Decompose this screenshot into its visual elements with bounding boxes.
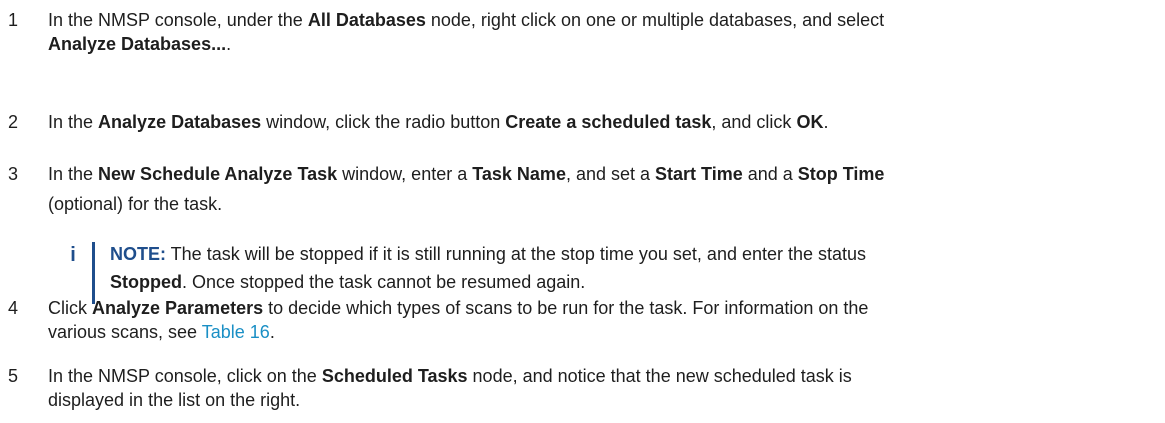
step-line: In the Analyze Databases window, click t… xyxy=(48,110,1158,134)
ui-term: Analyze Databases... xyxy=(48,34,227,54)
ui-term: Start Time xyxy=(655,164,743,184)
step-line: In the NMSP console, click on the Schedu… xyxy=(48,364,1158,388)
text-run: . xyxy=(269,322,275,342)
step-line: Analyze Databases.... xyxy=(48,32,1158,56)
ui-term: Task Name xyxy=(472,164,566,184)
note-text: NOTE: The task will be stopped if it is … xyxy=(110,240,1150,296)
table-16-link[interactable]: Table 16 xyxy=(202,322,270,342)
text-run: various scans, see xyxy=(48,322,202,342)
text-run: . Once stopped the task cannot be resume… xyxy=(182,272,586,292)
text-run: displayed in the list on the right. xyxy=(48,390,301,410)
text-run: Click xyxy=(48,298,92,318)
text-run: , and click xyxy=(711,112,797,132)
text-run: (optional) for the task. xyxy=(48,194,223,214)
step-number: 5 xyxy=(8,366,19,386)
step-text: In the NMSP console, under the All Datab… xyxy=(48,8,1158,56)
note-line: NOTE: The task will be stopped if it is … xyxy=(110,240,1150,268)
step-number: 1 xyxy=(8,10,19,30)
step-line: various scans, see Table 16. xyxy=(48,320,1158,344)
step-text: Click Analyze Parameters to decide which… xyxy=(48,296,1158,344)
ui-term: All Databases xyxy=(307,10,426,30)
info-icon: i xyxy=(70,244,76,266)
step-number: 2 xyxy=(8,112,19,132)
step-line: displayed in the list on the right. xyxy=(48,388,1158,412)
text-run: The task will be stopped if it is still … xyxy=(166,244,867,264)
text-run: node, and notice that the new scheduled … xyxy=(467,366,852,386)
text-run: In the NMSP console, under the xyxy=(48,10,308,30)
step-number: 3 xyxy=(8,164,19,184)
step-line: Click Analyze Parameters to decide which… xyxy=(48,296,1158,320)
ui-term: Stopped xyxy=(110,272,182,292)
step-line: In the New Schedule Analyze Task window,… xyxy=(48,162,1158,186)
text-run: In the xyxy=(48,164,99,184)
ui-term: New Schedule Analyze Task xyxy=(98,164,338,184)
step-text: In the Analyze Databases window, click t… xyxy=(48,110,1158,134)
step-line: (optional) for the task. xyxy=(48,192,1158,216)
note-divider xyxy=(92,242,95,304)
ui-term: Stop Time xyxy=(797,164,885,184)
text-run: . xyxy=(226,34,232,54)
text-run: . xyxy=(823,112,829,132)
ui-term: OK xyxy=(796,112,824,132)
text-run: In the xyxy=(48,112,99,132)
note-label: NOTE: xyxy=(110,244,166,264)
document-page: 1 In the NMSP console, under the All Dat… xyxy=(0,0,1165,423)
ui-term: Analyze Databases xyxy=(98,112,262,132)
text-run: , and set a xyxy=(565,164,656,184)
ui-term: Scheduled Tasks xyxy=(321,366,468,386)
note-line: Stopped. Once stopped the task cannot be… xyxy=(110,268,1150,296)
ui-term: Analyze Parameters xyxy=(92,298,264,318)
step-line: In the NMSP console, under the All Datab… xyxy=(48,8,1158,32)
step-text: In the New Schedule Analyze Task window,… xyxy=(48,162,1158,216)
text-run: In the NMSP console, click on the xyxy=(48,366,322,386)
ui-term: Create a scheduled task xyxy=(505,112,712,132)
text-run: window, click the radio button xyxy=(261,112,506,132)
text-run: node, right click on one or multiple dat… xyxy=(425,10,885,30)
step-text: In the NMSP console, click on the Schedu… xyxy=(48,364,1158,412)
text-run: window, enter a xyxy=(337,164,473,184)
text-run: to decide which types of scans to be run… xyxy=(263,298,869,318)
note-callout: i NOTE: The task will be stopped if it i… xyxy=(66,240,1156,304)
step-number: 4 xyxy=(8,298,19,318)
text-run: and a xyxy=(742,164,798,184)
